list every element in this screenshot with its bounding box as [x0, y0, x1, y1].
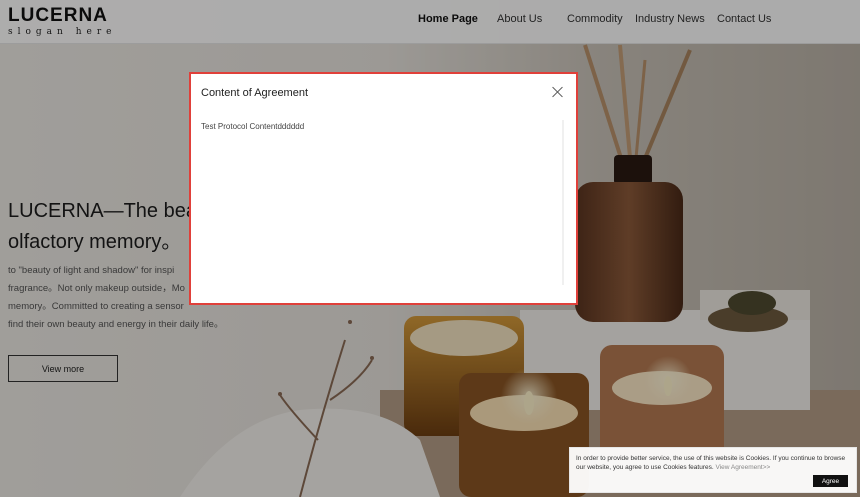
agreement-modal: Content of Agreement Test Protocol Conte…	[189, 72, 578, 305]
cookie-text-block: In order to provide better service, the …	[576, 454, 854, 472]
modal-body-text: Test Protocol Contentdddddd	[201, 122, 305, 131]
agree-button[interactable]: Agree	[813, 475, 848, 487]
cookie-text: In order to provide better service, the …	[576, 455, 846, 471]
modal-title: Content of Agreement	[201, 87, 309, 99]
modal-scrollbar[interactable]	[562, 120, 564, 285]
close-icon[interactable]	[552, 86, 564, 98]
cookie-notice: In order to provide better service, the …	[569, 447, 857, 493]
view-agreement-link[interactable]: View Agreement>>	[715, 464, 770, 471]
